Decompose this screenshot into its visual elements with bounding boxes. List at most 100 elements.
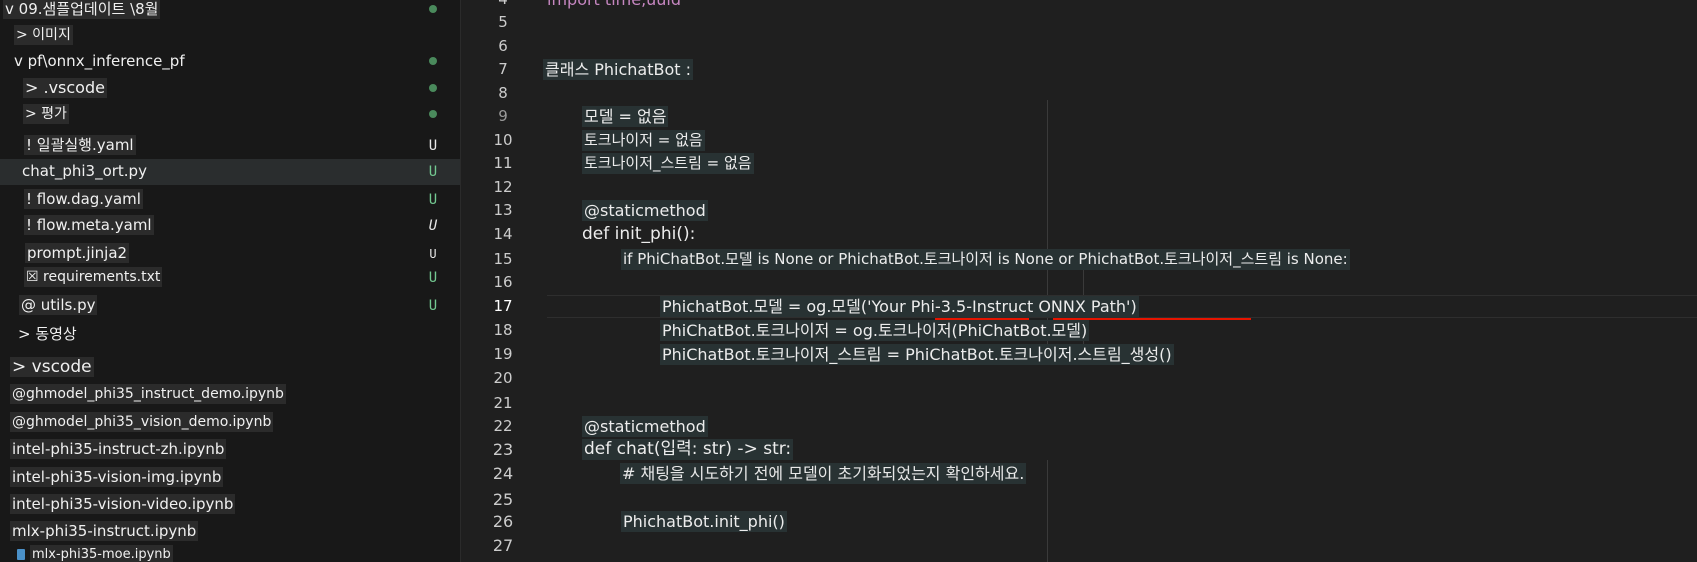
tree-file-flow-meta-yaml[interactable]: ! flow.meta.yaml U [0, 213, 460, 239]
tree-item-label: mlx-phi35-instruct.ipynb [10, 521, 199, 541]
tree-file-mlx-instruct[interactable]: mlx-phi35-instruct.ipynb [0, 519, 460, 545]
code-text: 클래스 PhichatBot : [543, 59, 694, 80]
code-comment: # 채팅을 시도하기 전에 모델이 초기화되었는지 확인하세요. [620, 463, 1027, 484]
code-line: 26 PhichatBot.init_phi() [461, 510, 1697, 533]
line-number: 13 [493, 201, 513, 219]
line-number: 20 [493, 369, 513, 387]
line-number: 7 [498, 60, 508, 78]
modified-dot-icon [429, 5, 437, 13]
tree-folder-images[interactable]: > 이미지 [0, 23, 460, 49]
code-line: 25 [461, 488, 1697, 511]
code-text: PhichatBot.모델 = og.모델('Your Phi-3.5-Inst… [660, 296, 1139, 317]
tree-item-label: > 평가 [23, 104, 69, 124]
tree-item-label: prompt.jinja2 [25, 243, 130, 263]
tree-item-label: > 이미지 [14, 25, 73, 45]
code-line: 7 클래스 PhichatBot : [461, 58, 1697, 81]
code-line: 12 [461, 176, 1697, 199]
untracked-badge: U [428, 192, 438, 208]
tree-file-ghmodel-instruct-demo[interactable]: @ghmodel_phi35_instruct_demo.ipynb [0, 382, 460, 408]
code-line: 4 import time,uuid [461, 0, 1697, 11]
code-line: 6 [461, 35, 1697, 58]
code-line: 19 PhiChatBot.토크나이저_스트림 = PhiChatBot.토크나… [461, 343, 1697, 366]
code-line: 13 @staticmethod [461, 199, 1697, 222]
tree-item-label: v 09.샘플업데이트 \8월 [3, 0, 161, 19]
line-number: 19 [493, 345, 513, 363]
code-line: 10 토크나이저 = 없음 [461, 129, 1697, 152]
tree-item-label: intel-phi35-vision-video.ipynb [10, 494, 236, 514]
untracked-badge: U [428, 270, 438, 286]
code-line: 22 @staticmethod [461, 415, 1697, 438]
code-line-current: 17 PhichatBot.모델 = og.모델('Your Phi-3.5-I… [461, 295, 1697, 320]
code-line: 18 PhiChatBot.토크나이저 = og.토크나이저(PhiChatBo… [461, 319, 1697, 342]
code-line: 14 def init_phi(): [461, 223, 1697, 246]
code-text: PhiChatBot.토크나이저_스트림 = PhiChatBot.토크나이저.… [660, 344, 1174, 365]
tree-file-flow-dag-yaml[interactable]: ! flow.dag.yaml U [0, 187, 460, 213]
code-text: PhiChatBot.토크나이저 = og.토크나이저(PhiChatBot.모… [660, 320, 1090, 341]
code-line: 23 def chat(입력: str) -> str: [461, 438, 1697, 461]
tree-file-ghmodel-vision-demo[interactable]: @ghmodel_phi35_vision_demo.ipynb [0, 410, 460, 436]
tree-item-label: ! 일괄실행.yaml [24, 135, 136, 155]
tree-item-label: ☒ requirements.txt [24, 267, 163, 287]
code-text: @staticmethod [582, 200, 708, 221]
tree-item-label: chat_phi3_ort.py [22, 162, 147, 180]
tree-file-batch-run-yaml[interactable]: ! 일괄실행.yaml U [0, 133, 460, 159]
code-text: 모델 = 없음 [582, 106, 669, 127]
line-number: 26 [492, 512, 514, 531]
line-number: 5 [498, 13, 508, 31]
line-number: 16 [493, 273, 513, 291]
tree-file-intel-vision-img[interactable]: intel-phi35-vision-img.ipynb [0, 465, 460, 491]
tree-item-label: > vscode [10, 357, 94, 377]
tree-item-label: > .vscode [23, 78, 107, 98]
modified-dot-icon [429, 110, 437, 118]
code-editor[interactable]: 4 import time,uuid 5 6 7 클래스 PhichatBot … [461, 0, 1697, 562]
line-number: 22 [493, 417, 513, 435]
line-number: 11 [493, 154, 513, 172]
untracked-badge: U [428, 138, 438, 154]
line-number: 10 [493, 131, 513, 149]
code-text: if PhiChatBot.모델 is None or PhichatBot.토… [621, 249, 1350, 270]
tree-folder-vscode-root[interactable]: > vscode [0, 355, 460, 381]
tree-folder-onnx-inference-pf[interactable]: v pf\onnx_inference_pf [0, 49, 460, 75]
line-number: 23 [492, 440, 514, 459]
code-text: PhichatBot.init_phi() [621, 511, 787, 532]
tree-item-label: ! flow.meta.yaml [24, 215, 154, 235]
modified-dot-icon [429, 57, 437, 65]
code-text: import time,uuid [545, 0, 683, 10]
tree-item-label: v pf\onnx_inference_pf [14, 52, 185, 70]
code-line: 8 [461, 82, 1697, 105]
notebook-file-icon [17, 549, 25, 560]
tree-file-intel-instruct-zh[interactable]: intel-phi35-instruct-zh.ipynb [0, 437, 460, 463]
line-number: 15 [493, 250, 513, 268]
line-number: 14 [493, 225, 513, 243]
line-number: 8 [498, 84, 508, 102]
tree-file-mlx-moe[interactable]: mlx-phi35-moe.ipynb [0, 543, 460, 562]
line-number: 27 [492, 536, 514, 555]
tree-item-label: > 동영상 [18, 325, 77, 343]
tree-item-label: mlx-phi35-moe.ipynb [30, 545, 173, 562]
code-line: 24 # 채팅을 시도하기 전에 모델이 초기화되었는지 확인하세요. [461, 462, 1697, 485]
line-number: 25 [492, 490, 514, 509]
tree-file-intel-vision-video[interactable]: intel-phi35-vision-video.ipynb [0, 492, 460, 518]
line-number: 6 [498, 37, 508, 55]
code-text: def chat(입력: str) -> str: [582, 439, 794, 460]
tree-item-label: intel-phi35-instruct-zh.ipynb [10, 439, 227, 459]
tree-folder-vscode[interactable]: > .vscode [0, 76, 460, 102]
tree-item-label: ! flow.dag.yaml [24, 189, 143, 209]
tree-item-label: intel-phi35-vision-img.ipynb [10, 467, 224, 487]
tree-file-chat-phi3-ort[interactable]: chat_phi3_ort.py U [0, 159, 460, 185]
tree-file-utils-py[interactable]: @ utils.py U [0, 293, 460, 319]
tree-folder-evaluation[interactable]: > 평가 [0, 102, 460, 128]
code-text: @staticmethod [582, 416, 708, 437]
modified-dot-icon [429, 84, 437, 92]
tree-folder-videos[interactable]: > 동영상 [0, 322, 460, 348]
tree-file-requirements-txt[interactable]: ☒ requirements.txt U [0, 265, 460, 291]
code-text: def init_phi(): [582, 224, 696, 244]
line-number: 17 [493, 297, 513, 315]
tree-folder-samples-update[interactable]: v 09.샘플업데이트 \8월 [0, 0, 460, 23]
line-number: 4 [461, 0, 545, 9]
line-number: 9 [498, 107, 508, 125]
code-line: 5 [461, 11, 1697, 34]
tree-file-prompt-jinja2[interactable]: prompt.jinja2 U [0, 241, 460, 267]
line-number: 12 [493, 178, 513, 196]
explorer-panel: v 09.샘플업데이트 \8월 > 이미지 v pf\onnx_inferenc… [0, 0, 460, 562]
